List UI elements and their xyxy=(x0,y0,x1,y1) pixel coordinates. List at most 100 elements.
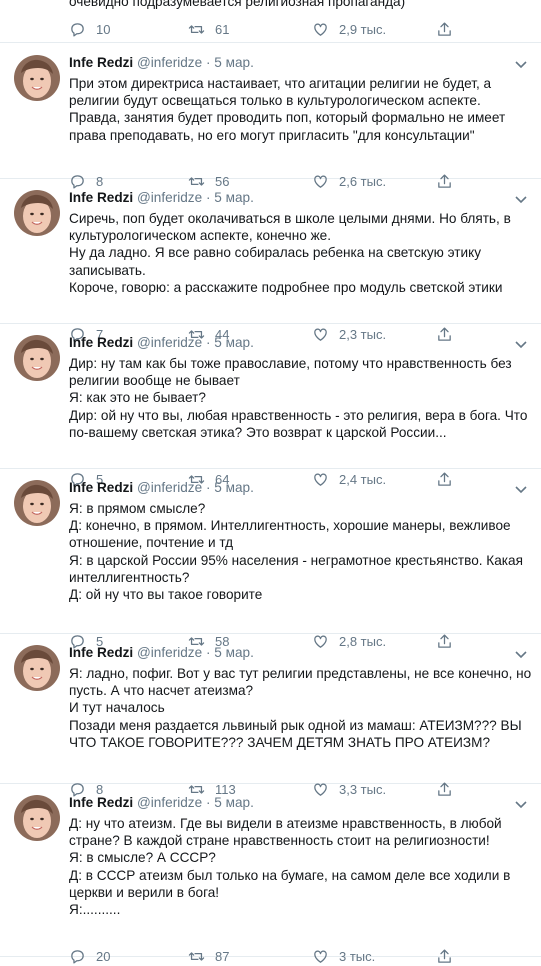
avatar[interactable] xyxy=(14,55,60,101)
chevron-down-icon[interactable] xyxy=(515,651,527,659)
tweet-text-line: И тут началось xyxy=(69,700,165,716)
tweet-text-line: религии будут освещаться только в культу… xyxy=(69,93,481,109)
tweet-text-line: Дир: ну там как бы тоже православие, пот… xyxy=(69,356,512,371)
tweet-text-line: Я: как это не бывает? xyxy=(69,390,206,406)
tweet-text-line: Сиречь, поп будет околачиваться в школе … xyxy=(69,211,511,226)
author-handle[interactable]: @inferidze xyxy=(137,480,202,495)
tweet[interactable]: Infe Redzi @inferidze · 5 мар. Д: ну что … xyxy=(0,783,541,964)
reply-icon xyxy=(71,949,84,964)
tweet[interactable]: Infe Redzi @inferidze · 5 мар. Сиречь, по… xyxy=(0,178,541,342)
avatar-portrait xyxy=(14,795,60,841)
reply-button[interactable]: 10 xyxy=(69,19,110,39)
tweet-text-line: ЧТО ТАКОЕ ГОВОРИТЕ??? ЗАЧЕМ ДЕТЯМ ЗНАТЬ … xyxy=(69,734,491,750)
tweet-header: Infe Redzi @inferidze · 5 мар. xyxy=(69,480,254,495)
tweet-date[interactable]: 5 мар. xyxy=(214,480,254,495)
avatar-portrait xyxy=(14,190,60,236)
tweet-text-line: Позади меня раздается львиный рык одной … xyxy=(69,717,522,733)
tweet[interactable]: Infe Redzi @inferidze · 5 мар. Дир: ну та… xyxy=(0,323,541,487)
retweet-button[interactable]: 87 xyxy=(188,946,229,966)
tweet-text-line: интеллигентность? xyxy=(69,569,190,585)
tweet-text-line: записывать. xyxy=(69,262,146,278)
tweet-text-line: Ну да ладно. Я все равно собиралась ребе… xyxy=(69,245,482,261)
tweet-text-line: Короче, говорю: а расскажите подробнее п… xyxy=(69,279,503,295)
reply-count: 20 xyxy=(96,948,111,964)
share-button[interactable] xyxy=(436,19,453,39)
author-handle[interactable]: @inferidze xyxy=(137,795,202,810)
avatar-portrait xyxy=(14,645,60,691)
tweet-date[interactable]: 5 мар. xyxy=(214,795,254,810)
separator-dot: · xyxy=(202,335,215,350)
author-handle[interactable]: @inferidze xyxy=(137,335,202,350)
tweet-text: Я: в прямом смысле? Д: конечно, в прямом.… xyxy=(69,500,529,603)
previous-tweet-fragment: очевидно подразумевается религиозная про… xyxy=(0,0,541,43)
heart-icon xyxy=(314,950,327,963)
tweet-header: Infe Redzi @inferidze · 5 мар. xyxy=(69,645,254,660)
tweet-text: Дир: ну там как бы тоже православие, пот… xyxy=(69,355,529,441)
chevron-down-icon[interactable] xyxy=(515,486,527,494)
tweet-date[interactable]: 5 мар. xyxy=(214,645,254,660)
tweet-date[interactable]: 5 мар. xyxy=(214,55,254,70)
tweet-header: Infe Redzi @inferidze · 5 мар. xyxy=(69,795,254,810)
tweet-text-line: Я: ладно, пофиг. Вот у вас тут религии п… xyxy=(69,666,532,681)
tweet-text-line: церкви и верили в бога! xyxy=(69,884,220,900)
separator-dot: · xyxy=(202,645,215,660)
retweet-icon xyxy=(188,952,205,961)
tweet[interactable]: Infe Redzi @inferidze · 5 мар. При этом д… xyxy=(0,43,541,189)
reply-icon xyxy=(71,22,84,37)
like-button[interactable]: 2,9 тыс. xyxy=(312,19,386,39)
chevron-down-icon[interactable] xyxy=(515,61,527,69)
retweet-button[interactable]: 61 xyxy=(188,19,229,39)
avatar[interactable] xyxy=(14,795,60,841)
chevron-down-icon[interactable] xyxy=(515,341,527,349)
retweet-icon xyxy=(188,24,205,34)
tweet-header: Infe Redzi @inferidze · 5 мар. xyxy=(69,190,254,205)
share-button[interactable] xyxy=(436,946,453,966)
chevron-down-icon[interactable] xyxy=(515,196,527,204)
like-button[interactable]: 3 тыс. xyxy=(312,946,375,966)
tweet-date[interactable]: 5 мар. xyxy=(214,335,254,350)
author-handle[interactable]: @inferidze xyxy=(137,645,202,660)
tweet-text-line: очевидно подразумевается религиозная про… xyxy=(69,0,406,9)
tweet[interactable]: Infe Redzi @inferidze · 5 мар. Я: в прямо… xyxy=(0,468,541,649)
heart-icon xyxy=(314,23,327,36)
tweet-text-line: Я: в прямом смысле? xyxy=(69,501,206,516)
author-name[interactable]: Infe Redzi xyxy=(69,335,133,350)
share-icon xyxy=(438,949,451,963)
tweet-actions: 10 61 2,9 тыс. xyxy=(69,19,499,39)
author-name[interactable]: Infe Redzi xyxy=(69,480,133,495)
reply-button[interactable]: 20 xyxy=(69,946,110,966)
author-name[interactable]: Infe Redzi xyxy=(69,645,133,660)
retweet-count: 87 xyxy=(215,948,230,964)
tweet-text-line: Дир: ой ну что вы, любая нравственность … xyxy=(69,407,528,423)
separator-dot: · xyxy=(202,55,215,70)
avatar-portrait xyxy=(14,480,60,526)
tweet-text-line: Д: ну что атеизм. Где вы видели в атеизм… xyxy=(69,816,502,831)
author-name[interactable]: Infe Redzi xyxy=(69,795,133,810)
tweet-header: Infe Redzi @inferidze · 5 мар. xyxy=(69,55,254,70)
tweet[interactable]: Infe Redzi @inferidze · 5 мар. Я: ладно, … xyxy=(0,633,541,797)
author-name[interactable]: Infe Redzi xyxy=(69,55,133,70)
tweet-text-line: Я:.......... xyxy=(69,902,121,918)
chevron-down-icon[interactable] xyxy=(515,801,527,809)
like-count: 3 тыс. xyxy=(339,948,376,964)
avatar[interactable] xyxy=(14,335,60,381)
tweet-date[interactable]: 5 мар. xyxy=(214,190,254,205)
retweet-count: 61 xyxy=(215,21,230,37)
tweet-text-line: пусть. А что насчет атеизма? xyxy=(69,683,254,699)
tweet-text-line: культурологическом аспекте, конечно же. xyxy=(69,228,332,244)
tweet-text: Сиречь, поп будет околачиваться в школе … xyxy=(69,210,529,296)
avatar[interactable] xyxy=(14,190,60,236)
share-icon xyxy=(438,21,451,36)
avatar[interactable] xyxy=(14,645,60,691)
avatar[interactable] xyxy=(14,480,60,526)
tweet-text-line: права преподавать, но его могут пригласи… xyxy=(69,127,475,143)
reply-count: 10 xyxy=(96,21,111,37)
tweet-text-line: стране? В каждой стране нравственность с… xyxy=(69,833,490,849)
avatar-portrait xyxy=(14,335,60,381)
author-name[interactable]: Infe Redzi xyxy=(69,190,133,205)
author-handle[interactable]: @inferidze xyxy=(137,55,202,70)
tweet-text: Д: ну что атеизм. Где вы видели в атеизм… xyxy=(69,815,529,918)
author-handle[interactable]: @inferidze xyxy=(137,190,202,205)
tweet-text-line: Д: конечно, в прямом. Интеллигентность, … xyxy=(69,518,511,534)
tweet-text-line: по-вашему светская этика? Это возврат к … xyxy=(69,424,447,440)
